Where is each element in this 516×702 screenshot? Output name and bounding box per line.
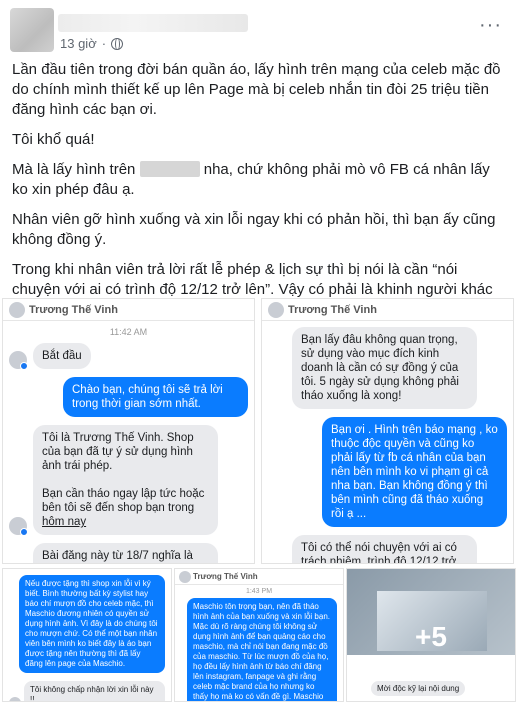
message-row: Tôi là Trương Thế Vinh. Shop của bạn đã … [9, 425, 248, 536]
chat-contact-name: Trương Thế Vinh [288, 303, 377, 316]
post-meta: 13 giờ · [60, 36, 124, 51]
incoming-message: Mời độc kỹ lại nội dung [371, 681, 466, 696]
message-row: Bài đăng này từ 18/7 nghĩa là các bạn ph… [9, 543, 248, 563]
avatar [179, 571, 191, 583]
outgoing-message: Maschio tôn trọng bạn, nên đã tháo hình … [187, 598, 337, 701]
more-photos-tile[interactable]: Mời độc kỹ lại nội dung +5 [346, 568, 516, 702]
incoming-message: Tôi là Trương Thế Vinh. Shop của bạn đã … [33, 425, 218, 535]
incoming-message: Bài đăng này từ 18/7 nghĩa là các bạn ph… [33, 543, 218, 563]
post-body: Lần đầu tiên trong đời bán quần áo, lấy … [12, 60, 504, 330]
chat-time: 11:42 AM [109, 327, 148, 337]
author-name-blurred[interactable] [58, 14, 248, 32]
avatar [268, 302, 284, 318]
outgoing-message: Nếu được tặng thì shop xin lỗi vì ký biế… [19, 575, 165, 673]
author-avatar-blurred[interactable] [10, 8, 54, 52]
post-paragraph: Mà là lấy hình trên nha, chứ không phải … [12, 161, 490, 198]
outgoing-message: Chào bạn, chúng tôi sẽ trả lời trong thờ… [63, 377, 248, 417]
incoming-message: Bắt đầu [33, 343, 91, 369]
avatar [9, 351, 28, 370]
message-row: Tôi có thể nói chuyện với ai có trách nh… [268, 535, 507, 563]
globe-icon [111, 37, 124, 50]
message-row: Bạn lấy đâu không quan trọng, sử dụng và… [292, 327, 507, 409]
chat-screenshot[interactable]: Trương Thế Vinh 11:42 AM Bắt đầu Chào bạ… [2, 298, 255, 564]
incoming-message: Bạn lấy đâu không quan trọng, sử dụng và… [292, 327, 477, 409]
chat-contact-name: Trương Thế Vinh [193, 572, 258, 581]
more-options-icon[interactable]: ··· [479, 14, 502, 37]
chat-time: 1:43 PM [245, 588, 273, 595]
message-row: Bắt đầu [9, 343, 248, 370]
avatar [9, 302, 25, 318]
incoming-message: Tôi không chấp nhận lời xin lỗi này !! [24, 681, 165, 701]
message-row: Nếu được tặng thì shop xin lỗi vì ký biế… [19, 575, 165, 673]
redacted-text [139, 161, 200, 177]
post-paragraph: Nhân viên gỡ hình xuống và xin lỗi ngay … [12, 211, 496, 248]
post-paragraph: Lần đầu tiên trong đời bán quần áo, lấy … [12, 61, 501, 118]
message-row: Chào bạn, chúng tôi sẽ trả lời trong thờ… [9, 377, 248, 417]
photo-grid: Trương Thế Vinh 11:42 AM Bắt đầu Chào bạ… [0, 298, 516, 702]
message-row: Maschio tôn trọng bạn, nên đã tháo hình … [181, 598, 337, 701]
chat-screenshot[interactable]: Trương Thế Vinh 1:43 PM Maschio tôn trọn… [174, 568, 344, 702]
avatar [9, 517, 28, 536]
outgoing-message: Bạn ơi . Hình trên báo mạng , ko thuộc đ… [322, 417, 507, 527]
more-photos-count[interactable]: +5 [347, 621, 515, 653]
chat-contact-name: Trương Thế Vinh [29, 303, 118, 316]
post-timestamp[interactable]: 13 giờ [60, 36, 97, 51]
message-row: Bạn ơi . Hình trên báo mạng , ko thuộc đ… [268, 417, 507, 527]
avatar [9, 697, 21, 701]
chat-screenshot[interactable]: Trương Thế Vinh Bạn lấy đâu không quan t… [261, 298, 514, 564]
chat-header: Trương Thế Vinh [3, 299, 254, 321]
chat-header: Trương Thế Vinh [175, 569, 343, 585]
chat-screenshot[interactable]: Nếu được tặng thì shop xin lỗi vì ký biế… [2, 568, 172, 702]
post-paragraph: Tôi khổ quá! [12, 131, 95, 148]
post-header: 13 giờ · ··· [0, 0, 516, 56]
message-row: Tôi không chấp nhận lời xin lỗi này !! [9, 681, 165, 701]
incoming-message: Tôi có thể nói chuyện với ai có trách nh… [292, 535, 477, 563]
chat-header: Trương Thế Vinh [262, 299, 513, 321]
